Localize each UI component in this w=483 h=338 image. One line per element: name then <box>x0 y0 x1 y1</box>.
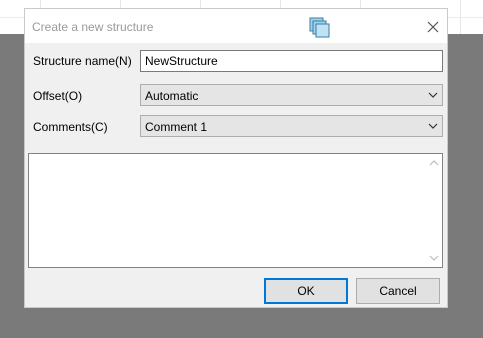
comments-select[interactable]: Comment 1 <box>140 115 443 137</box>
offset-label: Offset(O) <box>33 89 83 103</box>
offset-select[interactable]: Automatic <box>140 84 443 106</box>
close-icon[interactable] <box>421 16 445 38</box>
dialog-titlebar[interactable]: Create a new structure <box>25 9 447 43</box>
comments-textarea[interactable] <box>28 153 443 268</box>
chevron-down-icon <box>428 123 438 129</box>
comments-selected-value: Comment 1 <box>145 120 208 134</box>
cancel-button[interactable]: Cancel <box>356 278 440 304</box>
offset-selected-value: Automatic <box>145 89 199 103</box>
create-structure-dialog: Create a new structure Structure name(N)… <box>24 8 448 308</box>
structure-name-input[interactable]: NewStructure <box>140 50 443 72</box>
structure-name-label: Structure name(N) <box>33 54 132 68</box>
chevron-down-icon <box>428 92 438 98</box>
scroll-up-icon[interactable] <box>429 159 439 167</box>
scroll-down-icon[interactable] <box>429 254 439 262</box>
comments-label: Comments(C) <box>33 120 108 134</box>
ok-button[interactable]: OK <box>264 278 348 304</box>
dialog-title: Create a new structure <box>32 20 154 34</box>
comments-scrollbar[interactable] <box>426 154 442 267</box>
stacked-windows-icon <box>309 17 330 38</box>
